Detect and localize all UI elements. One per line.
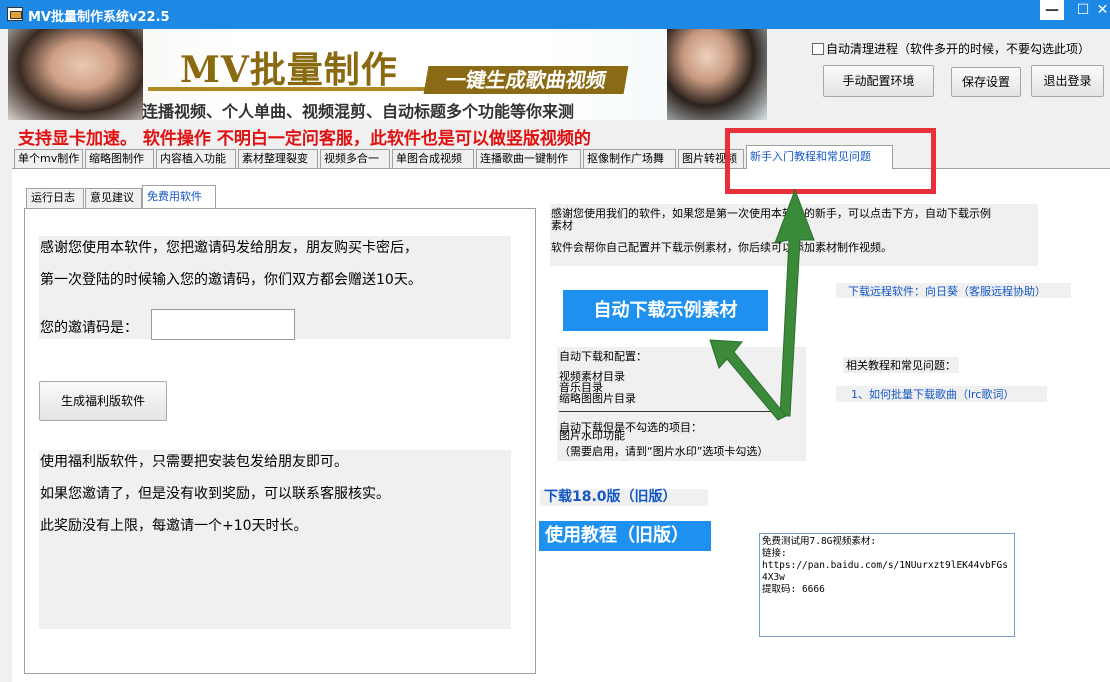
auto-clean-checkbox[interactable]: 自动清理进程（软件多开的时候，不要勾选此项） (812, 40, 1090, 57)
tab-material-split[interactable]: 素材整理裂变 (238, 149, 318, 168)
invite-code-field[interactable] (151, 309, 295, 340)
generate-free-version-button[interactable]: 生成福利版软件 (39, 381, 167, 421)
manual-config-button[interactable]: 手动配置环境 (823, 65, 934, 97)
reward-info-block (39, 450, 511, 629)
tab-content-embed[interactable]: 内容植入功能 (156, 149, 236, 168)
tab-single-mv[interactable]: 单个mv制作 (14, 149, 83, 168)
window-title: MV批量制作系统v22.5 (28, 10, 170, 25)
banner-title: MV批量制作 (180, 49, 398, 91)
unchecked-item: 图片水印功能 (559, 429, 625, 442)
close-button[interactable]: ✕ (1095, 0, 1110, 22)
title-bar: MV批量制作系统v22.5 — ☐ ✕ (0, 0, 1110, 29)
unchecked-note: （需要启用，请到“图片水印”选项卡勾选） (559, 445, 769, 458)
old-version-download-link[interactable]: 下载18.0版（旧版） (540, 489, 708, 506)
invite-line-2: 第一次登陆的时候输入您的邀请码，你们双方都会赠送10天。 (40, 272, 422, 288)
banner-photo-right (667, 29, 767, 120)
auto-item-thumbnail: 缩略图图片目录 (559, 392, 636, 405)
reward-info-3: 此奖励没有上限，每邀请一个+10天时长。 (40, 518, 308, 534)
banner-subtitle: 连播视频、个人单曲、视频混剪、自动标题多个功能等你来测 (142, 102, 575, 120)
tutorial-intro-2: 软件会帮你自己配置并下载示例素材，你后续可以添加素材制作视频。 (551, 241, 892, 254)
tab-playlist[interactable]: 连播歌曲一键制作 (476, 149, 581, 168)
app-icon (7, 7, 23, 21)
banner-photo-left (8, 29, 143, 120)
faq-link-lyrics[interactable]: 1、如何批量下载歌曲（lrc歌词） (836, 386, 1047, 402)
inner-tab-feedback[interactable]: 意见建议 (85, 188, 142, 208)
remote-software-link[interactable]: 下载远程软件：向日葵（客服远程协助） (836, 283, 1071, 298)
invite-code-label: 您的邀请码是： (40, 320, 138, 336)
invite-line-1: 感谢您使用本软件，您把邀请码发给朋友，朋友购买卡密后， (40, 240, 418, 256)
tab-thumbnail[interactable]: 缩略图制作 (85, 149, 154, 168)
maximize-button[interactable]: ☐ (1068, 0, 1098, 22)
resource-note-textbox[interactable]: 免费测试用7.8G视频素材: 链接: https://pan.baidu.com… (759, 533, 1015, 637)
highlight-rectangle (725, 128, 936, 194)
minimize-button[interactable]: — (1040, 0, 1064, 20)
auto-clean-label: 自动清理进程（软件多开的时候，不要勾选此项） (826, 42, 1091, 56)
reward-info-1: 使用福利版软件，只需要把安装包发给朋友即可。 (40, 454, 348, 470)
tab-keying-dance[interactable]: 抠像制作广场舞 (583, 149, 676, 168)
checkbox-icon[interactable] (812, 43, 824, 55)
divider (559, 411, 789, 412)
tab-single-image[interactable]: 单图合成视频 (392, 149, 474, 168)
logout-button[interactable]: 退出登录 (1031, 65, 1104, 97)
old-tutorial-button[interactable]: 使用教程（旧版） (539, 521, 711, 551)
inner-tab-log[interactable]: 运行日志 (26, 188, 84, 208)
tab-video-merge[interactable]: 视频多合一 (320, 149, 390, 168)
save-settings-button[interactable]: 保存设置 (951, 67, 1021, 97)
auto-config-header: 自动下载和配置： (559, 350, 647, 363)
banner-badge: 一键生成歌曲视频 (423, 66, 629, 94)
notice-text: 支持显卡加速。 软件操作 不明白一定问客服，此软件也是可以做竖版视频的 (18, 129, 591, 149)
auto-download-button[interactable]: 自动下载示例素材 (563, 290, 768, 331)
reward-info-2: 如果您邀请了，但是没有收到奖励，可以联系客服核实。 (40, 486, 390, 502)
inner-tab-free[interactable]: 免费用软件 (142, 185, 216, 209)
tutorial-intro-1b: 素材 (551, 219, 573, 232)
faq-header: 相关教程和常见问题： (843, 357, 959, 373)
banner: MV批量制作 一键生成歌曲视频 连播视频、个人单曲、视频混剪、自动标题多个功能等… (8, 29, 767, 120)
tutorial-intro-1: 感谢您使用我们的软件，如果您是第一次使用本软件的新手，可以点击下方，自动下载示例 (551, 207, 991, 220)
